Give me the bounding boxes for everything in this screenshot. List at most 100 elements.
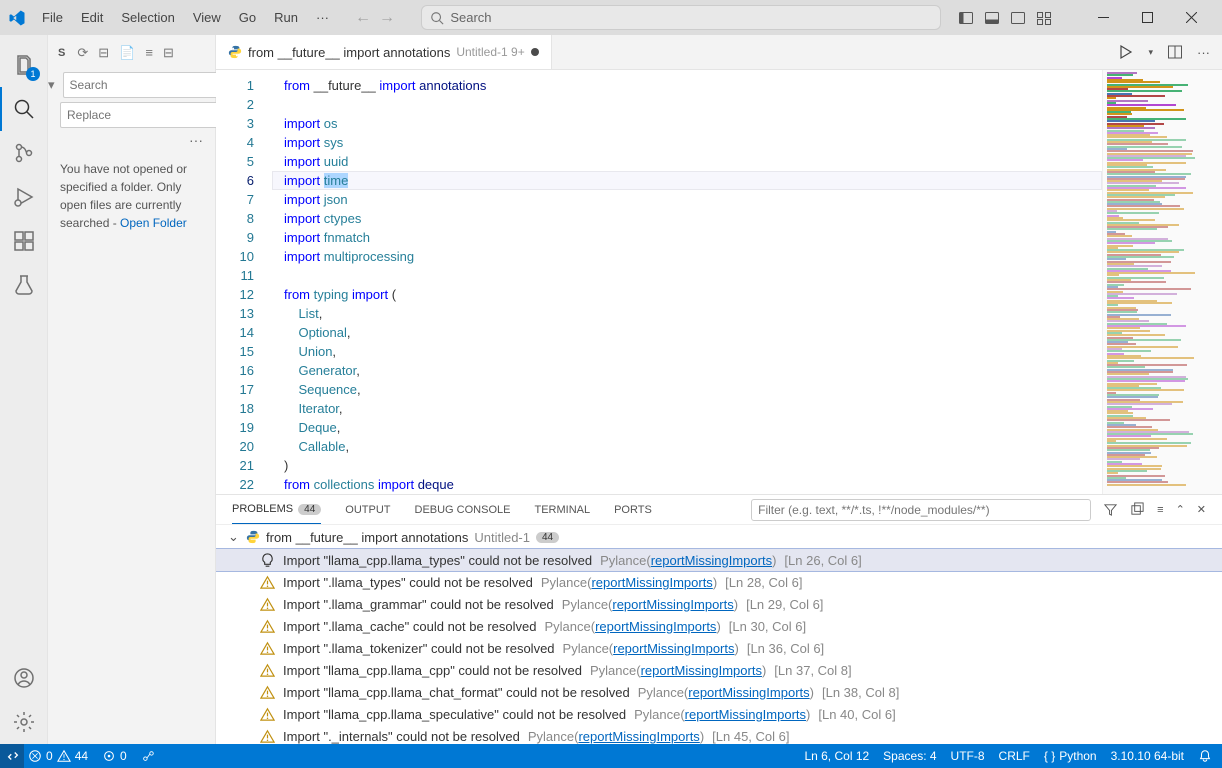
editor-group: from __future__ import annotations Untit… — [216, 35, 1222, 744]
problem-message: Import "llama_cpp.llama_speculative" cou… — [283, 707, 626, 722]
problem-code-link[interactable]: reportMissingImports — [688, 685, 809, 700]
search-activity-icon[interactable] — [0, 87, 48, 131]
status-indent[interactable]: Spaces: 4 — [883, 749, 936, 763]
layout-customize-icon[interactable] — [1036, 10, 1052, 26]
problem-message: Import ".llama_cache" could not be resol… — [283, 619, 536, 634]
tab-debug-console[interactable]: DEBUG CONSOLE — [415, 495, 511, 524]
replace-input[interactable]: AB — [60, 102, 242, 128]
status-live-share[interactable] — [141, 749, 155, 763]
python-file-icon — [246, 530, 260, 544]
nav-forward-icon[interactable]: → — [379, 9, 395, 27]
problem-code-link[interactable]: reportMissingImports — [685, 707, 806, 722]
search-field[interactable] — [70, 78, 225, 92]
warning-icon — [260, 619, 275, 634]
view-as-list-icon[interactable]: ≡ — [1157, 504, 1163, 516]
close-icon[interactable] — [1170, 1, 1214, 35]
tab-terminal[interactable]: TERMINAL — [534, 495, 590, 524]
problems-filter-input[interactable] — [751, 499, 1091, 521]
vscode-logo-icon — [8, 9, 26, 27]
replace-field[interactable] — [67, 108, 222, 122]
problem-row[interactable]: Import ".llama_tokenizer" could not be r… — [216, 637, 1222, 659]
problem-code-link[interactable]: reportMissingImports — [595, 619, 716, 634]
refresh-icon[interactable]: ⟳ — [77, 45, 88, 61]
problem-code-link[interactable]: reportMissingImports — [651, 553, 772, 568]
problem-row[interactable]: Import "._internals" could not be resolv… — [216, 725, 1222, 744]
editor-actions: ▾ ··· — [1106, 35, 1222, 69]
view-as-tree-icon[interactable]: ≡ — [145, 45, 153, 61]
command-center[interactable]: Search — [421, 5, 941, 30]
problem-code-link[interactable]: reportMissingImports — [613, 641, 734, 656]
code-area[interactable]: from __future__ import annotations impor… — [272, 70, 1102, 494]
open-folder-link[interactable]: Open Folder — [120, 216, 187, 230]
debug-icon[interactable] — [0, 175, 48, 219]
problem-row[interactable]: Import ".llama_grammar" could not be res… — [216, 593, 1222, 615]
editor[interactable]: 12345678910111213141516171819202122 from… — [216, 70, 1222, 494]
toggle-replace-icon[interactable]: ▾ — [48, 77, 55, 93]
minimize-icon[interactable] — [1082, 1, 1126, 35]
problem-row[interactable]: Import "llama_cpp.llama_speculative" cou… — [216, 703, 1222, 725]
settings-gear-icon[interactable] — [0, 700, 48, 744]
problem-source: Pylance(reportMissingImports) — [563, 641, 739, 656]
more-actions-icon[interactable]: ··· — [1197, 45, 1210, 60]
toggle-search-details-icon[interactable]: ··· — [48, 130, 215, 150]
chevron-down-icon[interactable]: ⌄ — [228, 529, 240, 545]
maximize-panel-icon[interactable]: ⌃ — [1176, 503, 1185, 516]
menu-view[interactable]: View — [185, 6, 229, 29]
layout-panel-icon[interactable] — [984, 10, 1000, 26]
problems-count-badge: 44 — [298, 504, 321, 515]
problem-row[interactable]: Import "llama_cpp.llama_chat_format" cou… — [216, 681, 1222, 703]
problem-row[interactable]: Import ".llama_types" could not be resol… — [216, 571, 1222, 593]
menu-selection[interactable]: Selection — [113, 6, 182, 29]
status-eol[interactable]: CRLF — [999, 749, 1030, 763]
split-editor-icon[interactable] — [1167, 44, 1183, 60]
status-python-interpreter[interactable]: 3.10.10 64-bit — [1111, 749, 1184, 763]
tab-problems[interactable]: PROBLEMS 44 — [232, 495, 321, 524]
status-encoding[interactable]: UTF-8 — [951, 749, 985, 763]
layout-sidebar-left-icon[interactable] — [958, 10, 974, 26]
problem-code-link[interactable]: reportMissingImports — [591, 575, 712, 590]
close-panel-icon[interactable]: ✕ — [1197, 503, 1206, 516]
filter-icon[interactable] — [1103, 502, 1118, 517]
scm-icon[interactable] — [0, 131, 48, 175]
run-dropdown-icon[interactable]: ▾ — [1148, 47, 1153, 58]
testing-icon[interactable] — [0, 263, 48, 307]
tab-output[interactable]: OUTPUT — [345, 495, 390, 524]
layout-sidebar-right-icon[interactable] — [1010, 10, 1026, 26]
problem-row[interactable]: Import ".llama_cache" could not be resol… — [216, 615, 1222, 637]
run-icon[interactable] — [1118, 44, 1134, 60]
status-errors[interactable]: 0 44 — [28, 749, 88, 763]
nav-back-icon[interactable]: ← — [355, 9, 371, 27]
clear-icon[interactable]: ⊟ — [98, 45, 109, 61]
explorer-icon[interactable]: 1 — [0, 43, 48, 87]
collapse-icon[interactable]: ⊟ — [163, 45, 174, 61]
menu-···[interactable]: ··· — [308, 6, 337, 29]
problems-file-row[interactable]: ⌄ from __future__ import annotations Unt… — [216, 525, 1222, 549]
status-language[interactable]: { }Python — [1044, 749, 1097, 763]
collapse-all-icon[interactable] — [1130, 502, 1145, 517]
menu-go[interactable]: Go — [231, 6, 264, 29]
command-center-placeholder: Search — [450, 10, 491, 25]
menu-edit[interactable]: Edit — [73, 6, 111, 29]
remote-indicator[interactable] — [0, 744, 24, 768]
problem-code-link[interactable]: reportMissingImports — [612, 597, 733, 612]
problem-row[interactable]: Import "llama_cpp.llama_types" could not… — [216, 549, 1222, 571]
status-line-col[interactable]: Ln 6, Col 12 — [804, 749, 869, 763]
tab-ports[interactable]: PORTS — [614, 495, 652, 524]
menu-run[interactable]: Run — [266, 6, 306, 29]
problem-source: Pylance(reportMissingImports) — [590, 663, 766, 678]
status-ports[interactable]: 0 — [102, 749, 127, 763]
new-search-editor-icon[interactable]: 📄 — [119, 45, 135, 61]
maximize-icon[interactable] — [1126, 1, 1170, 35]
editor-tab[interactable]: from __future__ import annotations Untit… — [216, 35, 552, 69]
problem-row[interactable]: Import "llama_cpp.llama_cpp" could not b… — [216, 659, 1222, 681]
problem-location: [Ln 30, Col 6] — [729, 619, 806, 634]
accounts-icon[interactable] — [0, 656, 48, 700]
problem-code-link[interactable]: reportMissingImports — [578, 729, 699, 744]
status-notifications-icon[interactable] — [1198, 749, 1212, 763]
extensions-icon[interactable] — [0, 219, 48, 263]
problem-code-link[interactable]: reportMissingImports — [641, 663, 762, 678]
minimap[interactable] — [1102, 70, 1222, 494]
warning-icon — [260, 641, 275, 656]
menu-file[interactable]: File — [34, 6, 71, 29]
warning-icon — [260, 729, 275, 744]
